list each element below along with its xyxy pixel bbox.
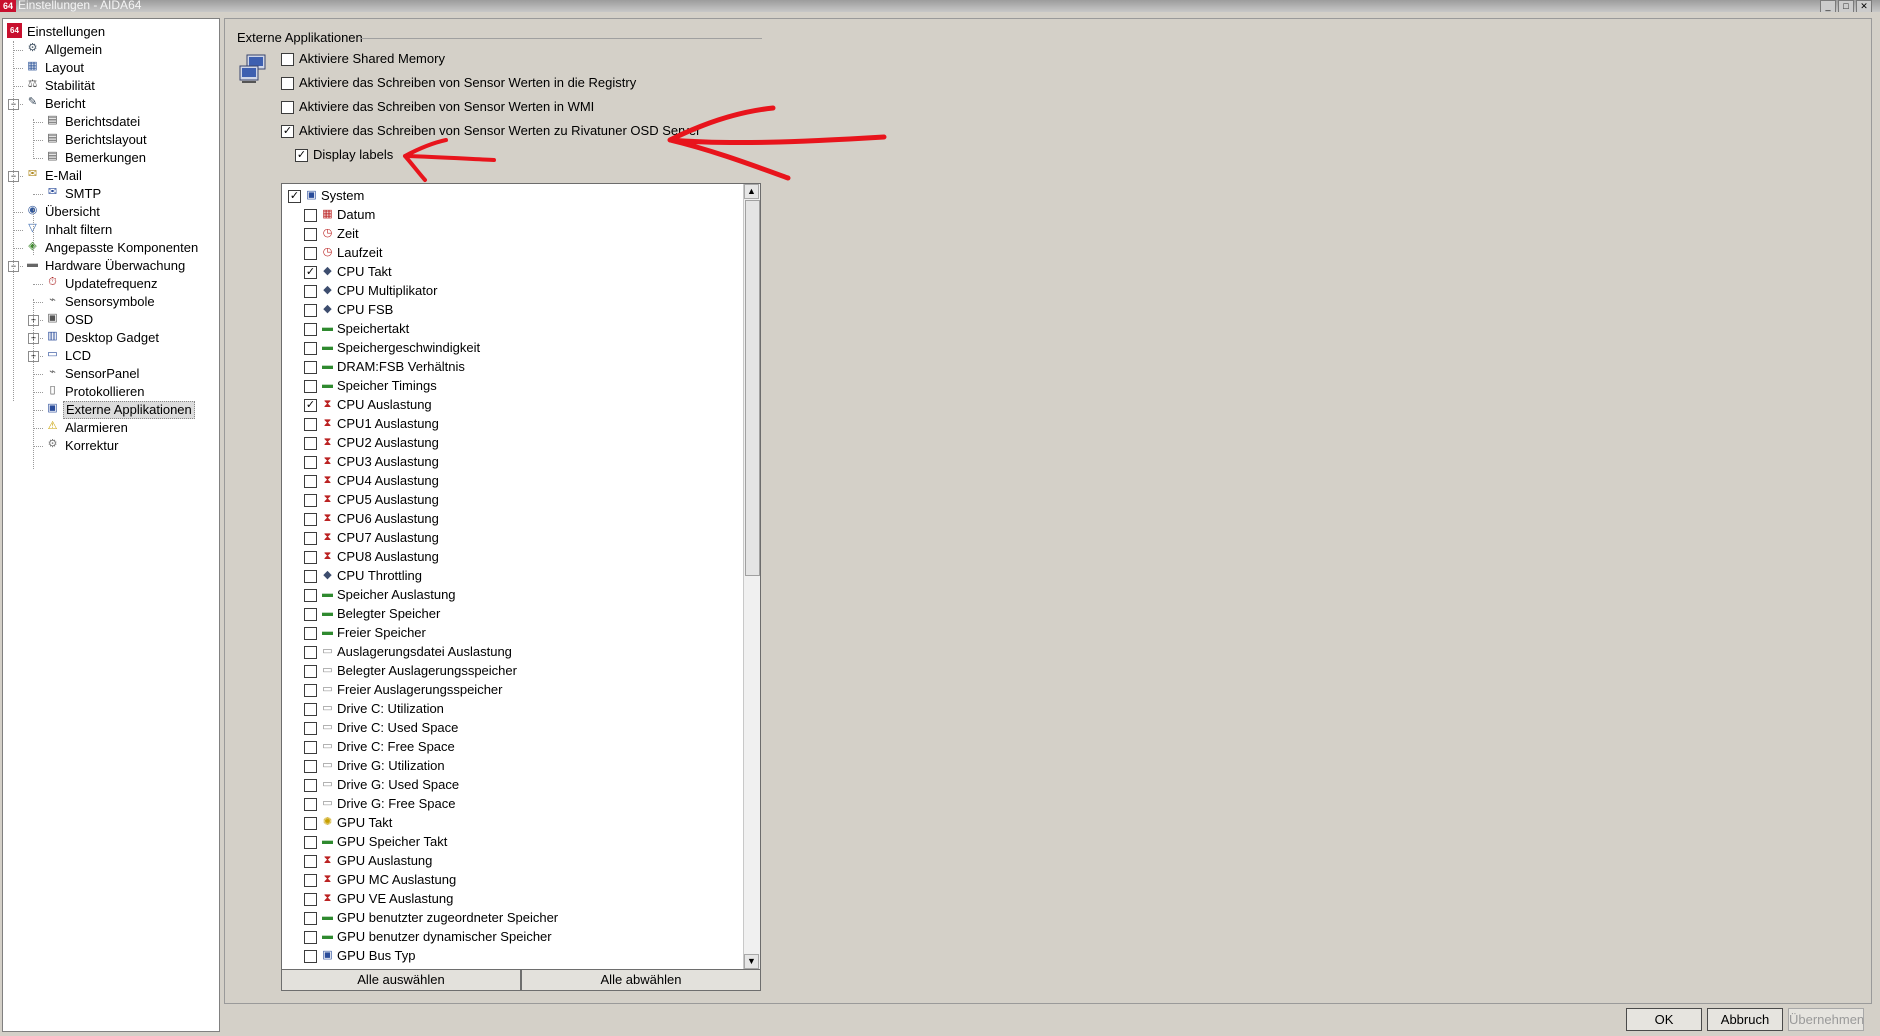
annotation-arrow-main <box>667 105 887 181</box>
annotation-arrows <box>403 105 887 182</box>
annotation-arrow-small <box>403 138 496 182</box>
